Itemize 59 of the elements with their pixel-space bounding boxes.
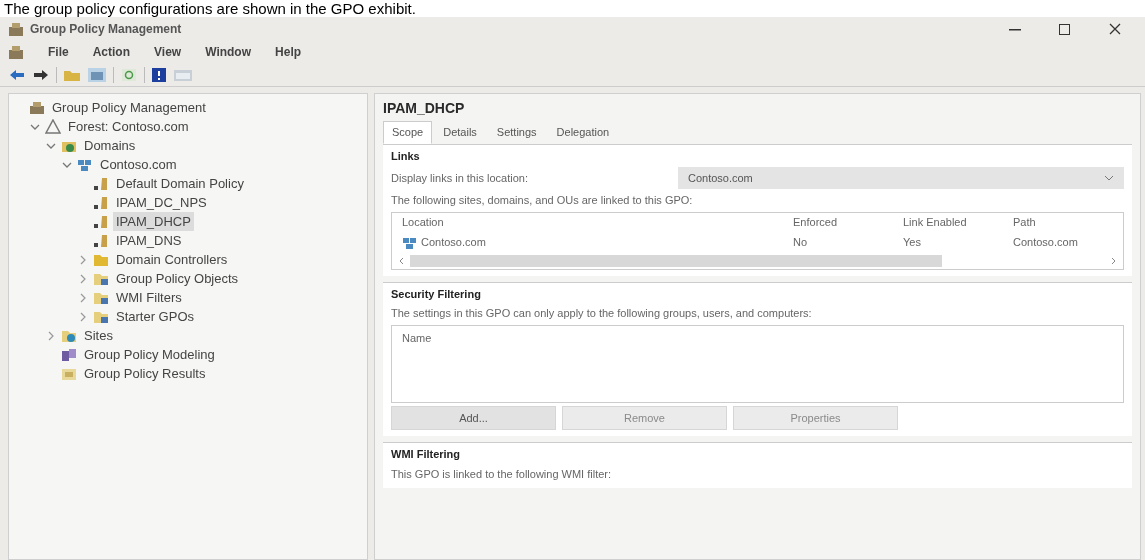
section-note: This GPO is linked to the following WMI filter:	[391, 466, 613, 482]
policy-link-icon	[93, 194, 109, 211]
app-icon	[8, 22, 24, 36]
menu-item[interactable]: View	[154, 43, 182, 61]
column-header[interactable]: Path	[1013, 214, 1113, 231]
app-icon	[8, 45, 24, 59]
table-cell-text: Contoso.com	[1013, 235, 1078, 251]
tab[interactable]: Scope	[383, 121, 433, 144]
tree-item[interactable]: WMI Filters	[113, 287, 185, 308]
tab[interactable]: Details	[434, 121, 486, 144]
domain-icon	[402, 235, 418, 250]
tree-item[interactable]: IPAM_DNS	[113, 230, 185, 251]
section-heading: Security Filtering	[391, 286, 482, 302]
tree-item[interactable]: Group Policy Objects	[113, 268, 242, 289]
location-dropdown[interactable]: Contoso.com	[677, 167, 1124, 189]
table-cell-text: Yes	[903, 235, 921, 251]
tab[interactable]: Delegation	[547, 121, 619, 144]
scrollbar-thumb[interactable]	[410, 254, 943, 267]
table-cell-text: Contoso.com	[421, 235, 486, 251]
column-header[interactable]: Enforced	[793, 214, 903, 231]
menu-item[interactable]: Help	[275, 43, 302, 61]
field-label: Display links in this location:	[391, 170, 528, 186]
menu-item[interactable]: File	[48, 43, 69, 61]
pane-title: IPAM_DHCP	[383, 99, 466, 118]
back-icon[interactable]	[8, 67, 26, 82]
table-cell-text: No	[793, 235, 808, 251]
tree-item[interactable]: IPAM_DC_NPS	[113, 192, 210, 213]
action-button[interactable]: Add...	[391, 405, 556, 430]
section-note: The following sites, domains, and OUs are linked to this GPO:	[391, 193, 694, 208]
policy-link-icon	[93, 175, 109, 192]
tree-item[interactable]: IPAM_DHCP	[113, 211, 194, 232]
section-heading: WMI Filtering	[391, 447, 462, 462]
tree-item[interactable]: Starter GPOs	[113, 306, 198, 327]
tree-item[interactable]: Group Policy Results	[81, 363, 209, 384]
window-title: Group Policy Management	[30, 21, 182, 38]
column-header[interactable]: Link Enabled	[903, 214, 1013, 231]
triangle-icon	[45, 118, 61, 135]
policy-link-icon	[93, 213, 109, 230]
tree-item[interactable]: Default Domain Policy	[113, 173, 247, 194]
tree-item[interactable]: Group Policy Management	[49, 97, 209, 118]
tree-item[interactable]: Forest: Contoso.com	[65, 116, 192, 137]
tree-item[interactable]: Domains	[81, 135, 139, 156]
tree-item[interactable]: Sites	[81, 325, 116, 346]
section-heading: Links	[391, 148, 421, 164]
exhibit-caption: The group policy configurations are shown in the GPO exhibit.	[3, 0, 417, 17]
section-note: The settings in this GPO can only apply to the following groups, users, and computers:	[391, 306, 813, 321]
menu-item[interactable]: Window	[205, 43, 252, 61]
column-header[interactable]: Location	[402, 214, 793, 231]
console-icon	[29, 99, 45, 116]
menu-item[interactable]: Action	[92, 43, 130, 61]
tree-item[interactable]: Group Policy Modeling	[81, 344, 218, 365]
forward-icon[interactable]	[32, 67, 50, 82]
refresh-icon[interactable]	[120, 67, 138, 82]
modeling-icon	[61, 346, 77, 363]
policy-link-icon	[93, 232, 109, 249]
tree-item[interactable]: Domain Controllers	[113, 249, 231, 270]
console-tree-icon[interactable]	[87, 66, 107, 83]
tab[interactable]: Settings	[487, 121, 546, 144]
tree-item[interactable]: Contoso.com	[97, 154, 180, 175]
